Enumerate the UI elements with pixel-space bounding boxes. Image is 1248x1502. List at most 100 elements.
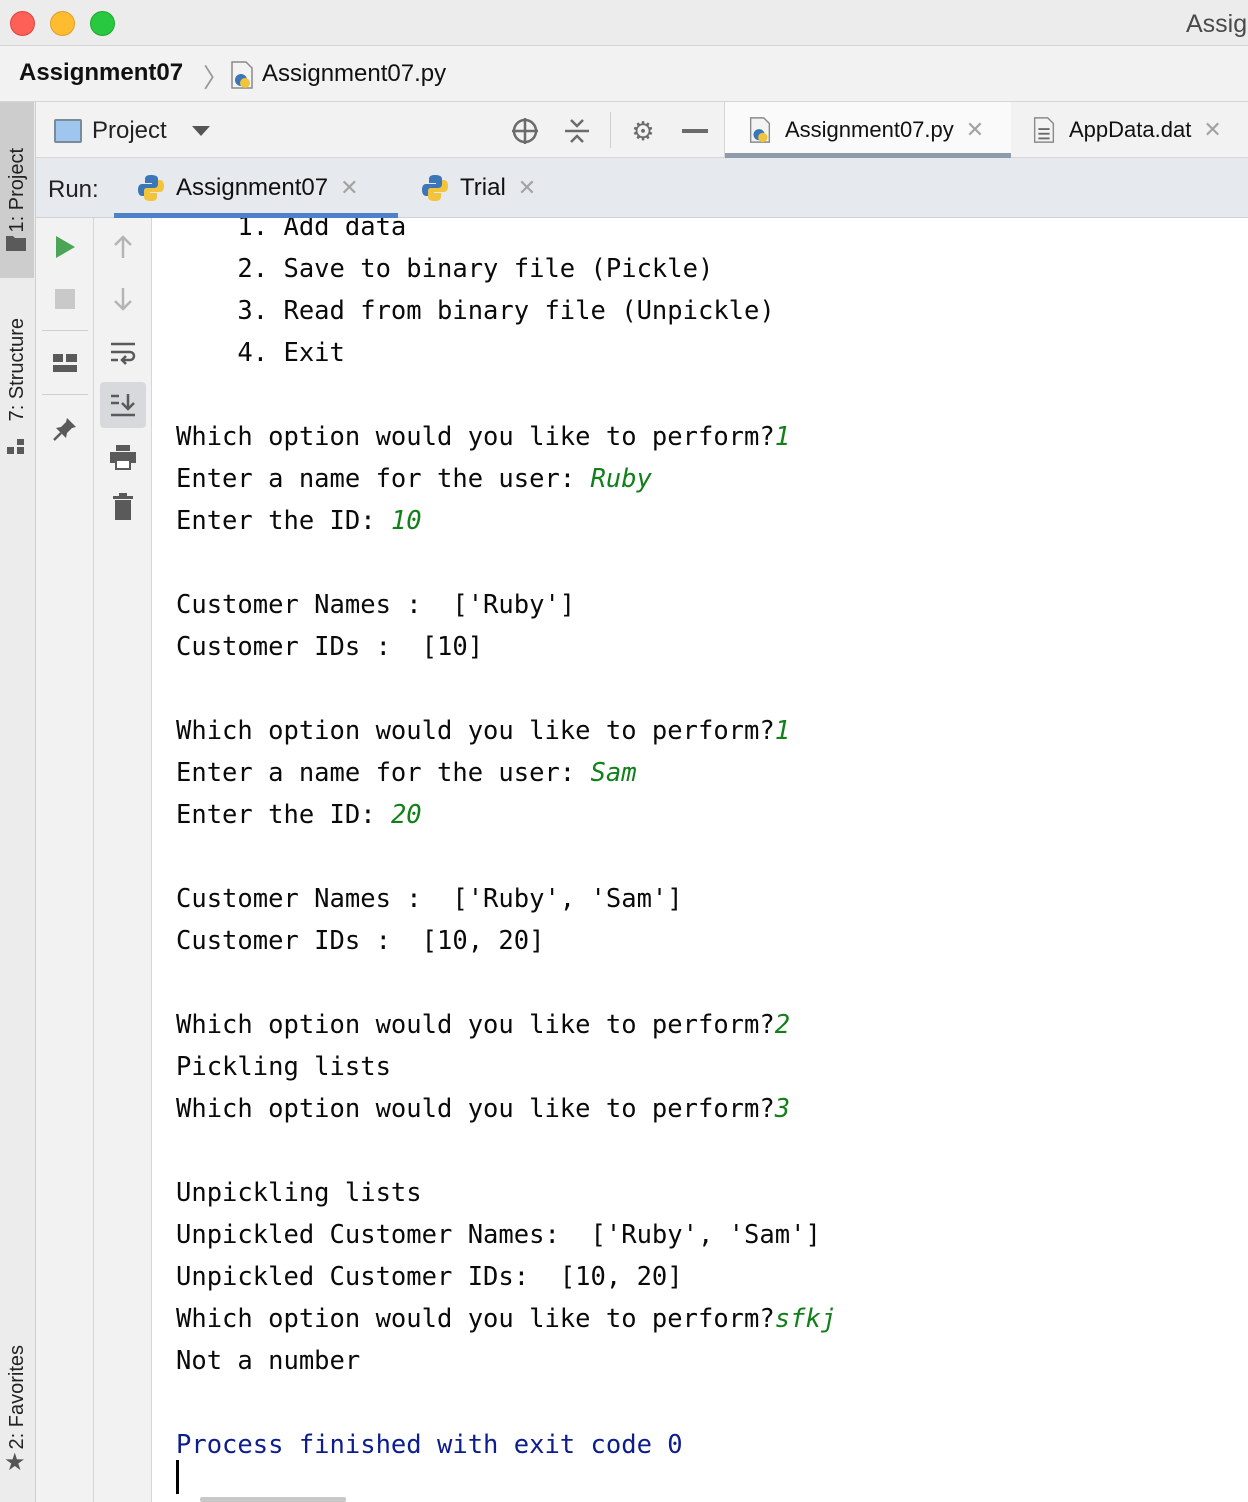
sidebar-tab-project-label: 1: Project: [5, 147, 28, 233]
project-view-label[interactable]: Project: [92, 117, 167, 145]
console-user-input: 3: [774, 1094, 791, 1124]
console-line: Pickling lists: [176, 1050, 391, 1084]
console-user-input: 1: [774, 422, 791, 452]
console-output-text: Unpickling lists: [176, 1178, 422, 1208]
run-tab-label: Assignment07: [176, 174, 329, 201]
run-toolbar-secondary: [94, 218, 152, 1502]
console-output-text: Enter the ID:: [176, 800, 391, 830]
console-line: Which option would you like to perform?1: [176, 714, 790, 748]
console-line: 4. Exit: [176, 336, 345, 370]
run-tab-assignment07[interactable]: Assignment07 ✕: [114, 158, 398, 218]
console-user-input: 20: [390, 800, 422, 830]
text-file-icon: [1033, 117, 1055, 143]
console-user-input: 1: [774, 716, 791, 746]
console-line: Customer Names : ['Ruby', 'Sam']: [176, 882, 683, 916]
sidebar-tab-favorites-label: 2: Favorites: [5, 1344, 28, 1450]
collapse-all-icon[interactable]: [562, 116, 592, 146]
console-line: 3. Read from binary file (Unpickle): [176, 294, 774, 328]
stop-icon[interactable]: [50, 284, 80, 314]
console-line: Which option would you like to perform?3: [176, 1092, 790, 1126]
run-tool-window-header: Run: Assignment07 ✕ Trial ✕: [36, 158, 1248, 218]
console-output-text: Customer Names : ['Ruby', 'Sam']: [176, 884, 683, 914]
close-tab-icon[interactable]: ✕: [518, 175, 536, 201]
console-output-text: Customer IDs : [10, 20]: [176, 926, 545, 956]
console-user-input: Ruby: [590, 464, 652, 494]
process-exit-message: Process finished with exit code 0: [176, 1430, 683, 1460]
console-output-text: Which option would you like to perform?: [176, 422, 775, 452]
console-output[interactable]: 1. Add data 2. Save to binary file (Pick…: [152, 218, 1248, 1502]
console-line: Enter a name for the user: Sam: [176, 756, 637, 790]
minimize-window-button[interactable]: [50, 11, 75, 36]
horizontal-scrollbar[interactable]: [200, 1497, 346, 1502]
console-line: Which option would you like to perform?2: [176, 1008, 790, 1042]
console-output-text: Which option would you like to perform?: [176, 716, 775, 746]
console-line: Which option would you like to perform?s…: [176, 1302, 836, 1336]
close-window-button[interactable]: [10, 11, 35, 36]
arrow-up-icon[interactable]: [108, 232, 138, 262]
chevron-down-icon[interactable]: [192, 126, 210, 136]
breadcrumb-project[interactable]: Assignment07: [19, 59, 183, 87]
console-user-input: Sam: [590, 758, 637, 788]
window-title: Assig: [1186, 10, 1248, 38]
console-output-text: Which option would you like to perform?: [176, 1094, 775, 1124]
left-tool-strip: 1: Project 7: Structure 2: Favorites ★: [0, 102, 36, 1502]
close-tab-icon[interactable]: ✕: [1203, 117, 1221, 143]
console-output-text: Enter the ID:: [176, 506, 391, 536]
editor-tab-appdata[interactable]: AppData.dat ✕: [1023, 102, 1248, 158]
console-line: Unpickled Customer Names: ['Ruby', 'Sam'…: [176, 1218, 821, 1252]
console-line: Which option would you like to perform?1: [176, 420, 790, 454]
locate-icon[interactable]: [510, 116, 540, 146]
run-tab-label: Trial: [460, 174, 506, 201]
console-output-text: Enter a name for the user:: [176, 464, 591, 494]
console-output-text: Which option would you like to perform?: [176, 1010, 775, 1040]
console-output-text: Enter a name for the user:: [176, 758, 591, 788]
layout-icon[interactable]: [50, 348, 80, 378]
console-line: Customer IDs : [10]: [176, 630, 483, 664]
console-line: Enter the ID: 10: [176, 504, 422, 538]
console-line: 2. Save to binary file (Pickle): [176, 252, 713, 286]
soft-wrap-icon[interactable]: [108, 338, 138, 368]
editor-tab-assignment07[interactable]: Assignment07.py ✕: [725, 102, 1011, 158]
structure-icon: [7, 439, 24, 454]
close-tab-icon[interactable]: ✕: [966, 117, 984, 143]
console-output-text: Which option would you like to perform?: [176, 1304, 775, 1334]
console-output-text: Customer Names : ['Ruby']: [176, 590, 576, 620]
console-line: Unpickled Customer IDs: [10, 20]: [176, 1260, 683, 1294]
sidebar-tab-structure-label: 7: Structure: [5, 318, 28, 422]
zoom-window-button[interactable]: [90, 11, 115, 36]
console-output-text: 1. Add data: [176, 218, 407, 242]
gear-icon[interactable]: ⚙: [628, 116, 658, 146]
folder-icon: [6, 236, 26, 251]
editor-tab-label: AppData.dat: [1069, 117, 1192, 142]
pin-icon[interactable]: [50, 414, 80, 444]
python-file-icon: [231, 61, 253, 89]
close-tab-icon[interactable]: ✕: [340, 175, 358, 201]
console-line: Customer Names : ['Ruby']: [176, 588, 575, 622]
title-bar: Assig: [0, 0, 1248, 46]
toolbar-divider: [610, 112, 611, 148]
project-toolbar: Project ⚙: [36, 102, 724, 158]
python-file-icon: [749, 117, 771, 143]
hide-panel-icon[interactable]: [680, 116, 710, 146]
arrow-down-icon[interactable]: [108, 284, 138, 314]
console-line: Customer IDs : [10, 20]: [176, 924, 544, 958]
text-cursor: [176, 1460, 179, 1494]
console-output-text: 4. Exit: [176, 338, 345, 368]
breadcrumb-file[interactable]: Assignment07.py: [262, 60, 446, 88]
trash-icon[interactable]: [108, 492, 138, 522]
project-window-icon: [54, 119, 82, 143]
star-icon: ★: [4, 1449, 26, 1476]
run-tab-trial[interactable]: Trial ✕: [414, 158, 574, 218]
run-label: Run:: [48, 176, 99, 203]
console-output-text: Unpickled Customer IDs: [10, 20]: [176, 1262, 683, 1292]
sidebar-tab-structure[interactable]: 7: Structure: [0, 290, 34, 450]
play-icon[interactable]: [50, 232, 80, 262]
editor-tab-label: Assignment07.py: [785, 117, 954, 142]
console-user-input: 2: [774, 1010, 791, 1040]
print-icon[interactable]: [108, 442, 138, 472]
scroll-to-end-icon[interactable]: [108, 390, 138, 420]
console-output-text: Customer IDs : [10]: [176, 632, 484, 662]
run-toolbar-primary: [36, 218, 94, 1502]
console-line: Enter a name for the user: Ruby: [176, 462, 652, 496]
console-user-input: 10: [390, 506, 422, 536]
